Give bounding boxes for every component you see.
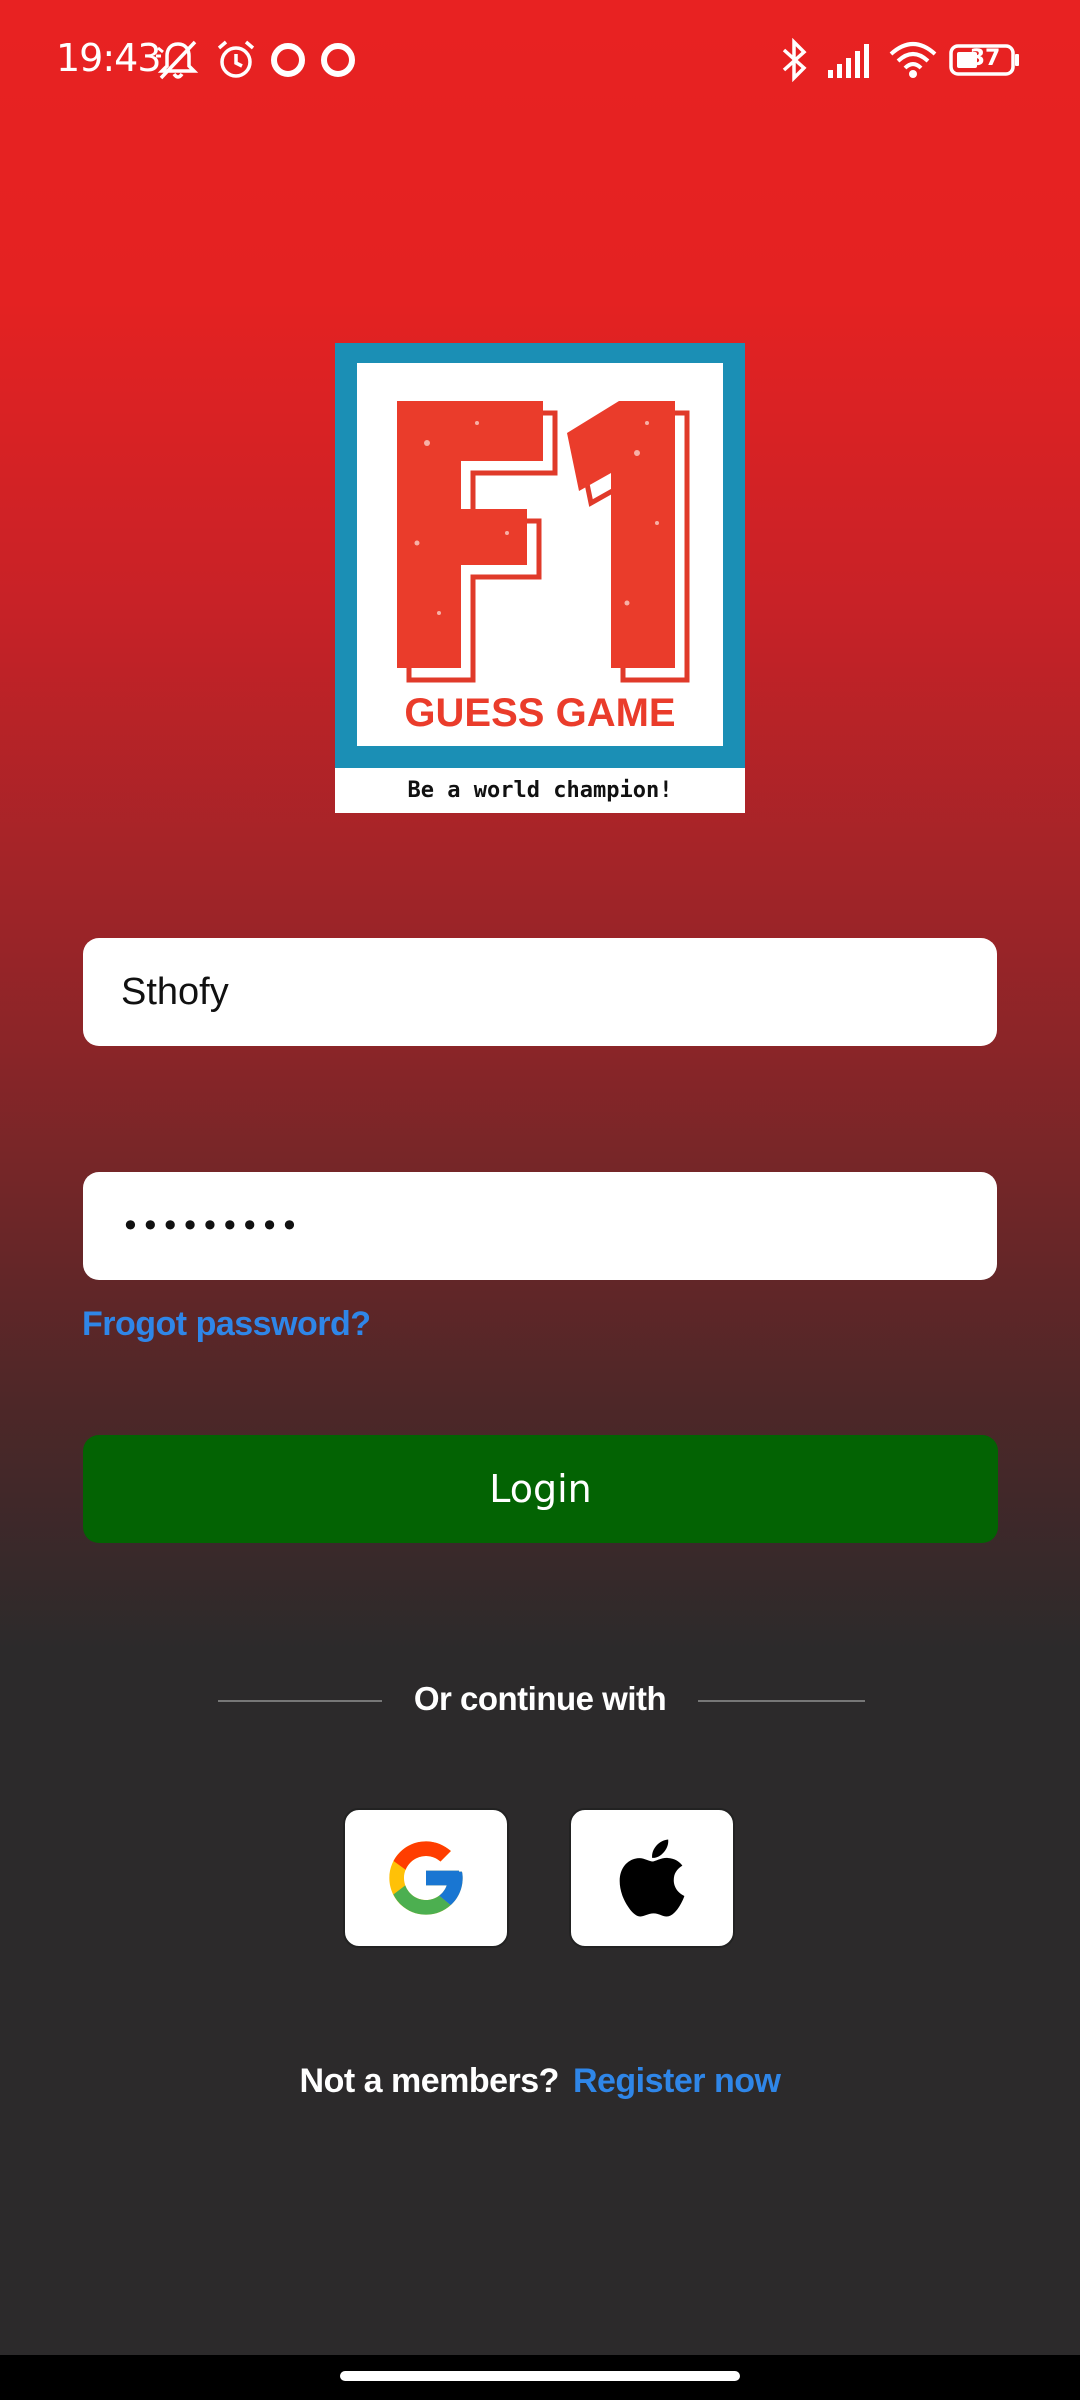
status-time: 19:43 xyxy=(56,36,162,80)
google-signin-button[interactable] xyxy=(343,1808,509,1948)
password-field[interactable]: ••••••••• xyxy=(83,1172,997,1280)
logo-graphic: GUESS GAME xyxy=(397,401,690,735)
logo-subtitle: GUESS GAME xyxy=(404,691,675,735)
google-icon xyxy=(389,1841,463,1915)
register-prompt: Not a members? Register now xyxy=(0,2062,1080,2101)
home-gesture-handle[interactable] xyxy=(340,2371,740,2381)
status-bar: 19:43 37 xyxy=(0,0,1080,120)
username-field[interactable]: Sthofy xyxy=(83,938,997,1046)
notification-circle-icon xyxy=(321,43,355,77)
forgot-password-link[interactable]: Frogot password? xyxy=(82,1305,371,1344)
not-member-text: Not a members? xyxy=(299,2062,560,2100)
divider-left xyxy=(218,1700,382,1702)
logo-tagline: Be a world champion! xyxy=(407,778,673,803)
divider-right xyxy=(698,1700,865,1702)
apple-signin-button[interactable] xyxy=(569,1808,735,1948)
alarm-icon xyxy=(217,40,255,78)
cellular-signal-icon xyxy=(828,44,869,78)
notification-circle-icon xyxy=(271,43,305,77)
muted-bell-icon xyxy=(156,40,199,80)
logo-inner: GUESS GAME xyxy=(357,363,723,746)
login-button[interactable]: Login xyxy=(83,1435,998,1543)
wifi-icon xyxy=(889,42,937,78)
bluetooth-icon xyxy=(782,38,807,82)
or-continue-with-label: Or continue with xyxy=(413,1680,667,1717)
register-now-link[interactable]: Register now xyxy=(573,2062,781,2100)
apple-icon xyxy=(619,1839,685,1917)
app-logo: GUESS GAME Be a world champion! xyxy=(335,343,745,813)
battery-level: 37 xyxy=(969,46,1001,71)
logo-frame: GUESS GAME xyxy=(335,343,745,768)
